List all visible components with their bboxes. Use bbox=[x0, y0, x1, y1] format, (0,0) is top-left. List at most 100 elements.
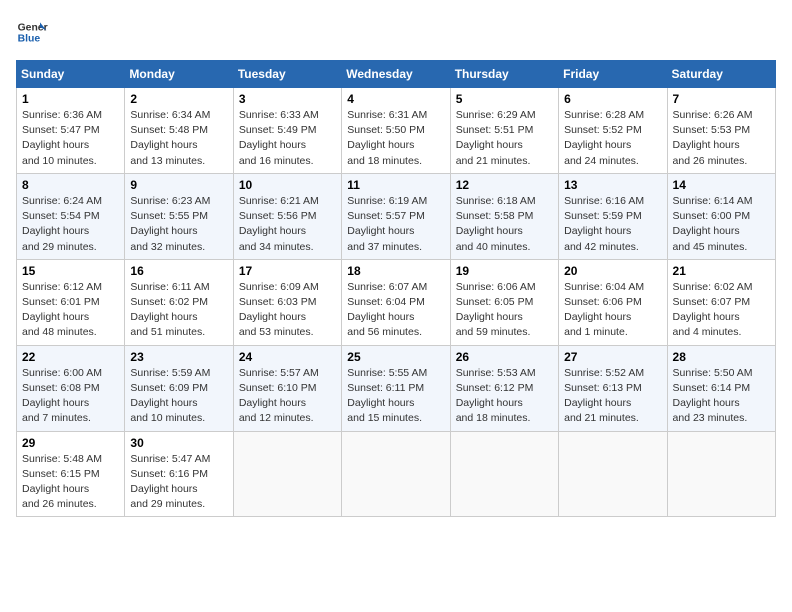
calendar-cell bbox=[667, 431, 775, 517]
calendar-cell: 21 Sunrise: 6:02 AMSunset: 6:07 PMDayligh… bbox=[667, 259, 775, 345]
day-number: 9 bbox=[130, 178, 227, 192]
calendar-cell: 14 Sunrise: 6:14 AMSunset: 6:00 PMDayligh… bbox=[667, 173, 775, 259]
calendar-cell: 8 Sunrise: 6:24 AMSunset: 5:54 PMDaylight… bbox=[17, 173, 125, 259]
calendar-cell: 9Sunrise: 6:23 AMSunset: 5:55 PMDaylight… bbox=[125, 173, 233, 259]
day-number: 2 bbox=[130, 92, 227, 106]
calendar-cell: 24 Sunrise: 5:57 AMSunset: 6:10 PMDayligh… bbox=[233, 345, 341, 431]
day-number: 8 bbox=[22, 178, 119, 192]
day-number: 30 bbox=[130, 436, 227, 450]
calendar-week-row: 8 Sunrise: 6:24 AMSunset: 5:54 PMDaylight… bbox=[17, 173, 776, 259]
day-number: 11 bbox=[347, 178, 444, 192]
day-info: Sunrise: 6:14 AMSunset: 6:00 PMDaylight … bbox=[673, 195, 753, 253]
day-number: 19 bbox=[456, 264, 553, 278]
col-header-friday: Friday bbox=[559, 61, 667, 88]
day-info: Sunrise: 6:33 AMSunset: 5:49 PMDaylight … bbox=[239, 109, 319, 167]
day-number: 29 bbox=[22, 436, 119, 450]
day-number: 4 bbox=[347, 92, 444, 106]
day-number: 3 bbox=[239, 92, 336, 106]
calendar-week-row: 29 Sunrise: 5:48 AMSunset: 6:15 PMDayligh… bbox=[17, 431, 776, 517]
day-number: 20 bbox=[564, 264, 661, 278]
day-number: 28 bbox=[673, 350, 770, 364]
day-number: 25 bbox=[347, 350, 444, 364]
day-number: 27 bbox=[564, 350, 661, 364]
day-info: Sunrise: 5:55 AMSunset: 6:11 PMDaylight … bbox=[347, 367, 427, 425]
day-info: Sunrise: 6:06 AMSunset: 6:05 PMDaylight … bbox=[456, 281, 536, 339]
calendar-cell: 25 Sunrise: 5:55 AMSunset: 6:11 PMDayligh… bbox=[342, 345, 450, 431]
calendar-cell: 5 Sunrise: 6:29 AMSunset: 5:51 PMDaylight… bbox=[450, 88, 558, 174]
day-number: 21 bbox=[673, 264, 770, 278]
calendar-cell: 18Sunrise: 6:07 AMSunset: 6:04 PMDayligh… bbox=[342, 259, 450, 345]
calendar-cell: 12 Sunrise: 6:18 AMSunset: 5:58 PMDayligh… bbox=[450, 173, 558, 259]
day-info: Sunrise: 5:52 AMSunset: 6:13 PMDaylight … bbox=[564, 367, 644, 425]
col-header-wednesday: Wednesday bbox=[342, 61, 450, 88]
calendar-week-row: 1 Sunrise: 6:36 AMSunset: 5:47 PMDaylight… bbox=[17, 88, 776, 174]
calendar-cell: 22Sunrise: 6:00 AMSunset: 6:08 PMDayligh… bbox=[17, 345, 125, 431]
day-number: 23 bbox=[130, 350, 227, 364]
day-number: 12 bbox=[456, 178, 553, 192]
day-info: Sunrise: 6:16 AMSunset: 5:59 PMDaylight … bbox=[564, 195, 644, 253]
day-number: 16 bbox=[130, 264, 227, 278]
calendar-cell: 1 Sunrise: 6:36 AMSunset: 5:47 PMDaylight… bbox=[17, 88, 125, 174]
calendar-cell: 28 Sunrise: 5:50 AMSunset: 6:14 PMDayligh… bbox=[667, 345, 775, 431]
day-info: Sunrise: 6:34 AMSunset: 5:48 PMDaylight … bbox=[130, 109, 210, 167]
day-info: Sunrise: 6:24 AMSunset: 5:54 PMDaylight … bbox=[22, 195, 102, 253]
day-number: 17 bbox=[239, 264, 336, 278]
calendar-cell: 30 Sunrise: 5:47 AMSunset: 6:16 PMDayligh… bbox=[125, 431, 233, 517]
calendar-cell: 15 Sunrise: 6:12 AMSunset: 6:01 PMDayligh… bbox=[17, 259, 125, 345]
day-info: Sunrise: 6:19 AMSunset: 5:57 PMDaylight … bbox=[347, 195, 427, 253]
day-info: Sunrise: 5:48 AMSunset: 6:15 PMDaylight … bbox=[22, 453, 102, 511]
calendar-cell bbox=[233, 431, 341, 517]
day-number: 22 bbox=[22, 350, 119, 364]
day-number: 24 bbox=[239, 350, 336, 364]
calendar-cell: 16Sunrise: 6:11 AMSunset: 6:02 PMDayligh… bbox=[125, 259, 233, 345]
svg-text:Blue: Blue bbox=[18, 34, 41, 45]
day-info: Sunrise: 6:09 AMSunset: 6:03 PMDaylight … bbox=[239, 281, 319, 339]
day-info: Sunrise: 5:50 AMSunset: 6:14 PMDaylight … bbox=[673, 367, 753, 425]
calendar-cell bbox=[450, 431, 558, 517]
day-info: Sunrise: 6:26 AMSunset: 5:53 PMDaylight … bbox=[673, 109, 753, 167]
calendar-cell: 7Sunrise: 6:26 AMSunset: 5:53 PMDaylight… bbox=[667, 88, 775, 174]
day-info: Sunrise: 5:57 AMSunset: 6:10 PMDaylight … bbox=[239, 367, 319, 425]
calendar-table: SundayMondayTuesdayWednesdayThursdayFrid… bbox=[16, 60, 776, 517]
day-number: 13 bbox=[564, 178, 661, 192]
calendar-week-row: 15 Sunrise: 6:12 AMSunset: 6:01 PMDayligh… bbox=[17, 259, 776, 345]
page-header: General Blue bbox=[16, 16, 776, 48]
calendar-cell: 2 Sunrise: 6:34 AMSunset: 5:48 PMDaylight… bbox=[125, 88, 233, 174]
day-number: 5 bbox=[456, 92, 553, 106]
day-info: Sunrise: 5:53 AMSunset: 6:12 PMDaylight … bbox=[456, 367, 536, 425]
calendar-cell bbox=[342, 431, 450, 517]
calendar-cell: 10 Sunrise: 6:21 AMSunset: 5:56 PMDayligh… bbox=[233, 173, 341, 259]
calendar-cell: 26Sunrise: 5:53 AMSunset: 6:12 PMDayligh… bbox=[450, 345, 558, 431]
day-number: 1 bbox=[22, 92, 119, 106]
day-info: Sunrise: 6:12 AMSunset: 6:01 PMDaylight … bbox=[22, 281, 102, 339]
calendar-cell: 11 Sunrise: 6:19 AMSunset: 5:57 PMDayligh… bbox=[342, 173, 450, 259]
calendar-cell: 20Sunrise: 6:04 AMSunset: 6:06 PMDayligh… bbox=[559, 259, 667, 345]
calendar-cell: 17 Sunrise: 6:09 AMSunset: 6:03 PMDayligh… bbox=[233, 259, 341, 345]
calendar-cell: 27 Sunrise: 5:52 AMSunset: 6:13 PMDayligh… bbox=[559, 345, 667, 431]
calendar-cell: 23 Sunrise: 5:59 AMSunset: 6:09 PMDayligh… bbox=[125, 345, 233, 431]
calendar-header-row: SundayMondayTuesdayWednesdayThursdayFrid… bbox=[17, 61, 776, 88]
day-info: Sunrise: 5:59 AMSunset: 6:09 PMDaylight … bbox=[130, 367, 210, 425]
col-header-sunday: Sunday bbox=[17, 61, 125, 88]
calendar-cell: 29 Sunrise: 5:48 AMSunset: 6:15 PMDayligh… bbox=[17, 431, 125, 517]
calendar-week-row: 22Sunrise: 6:00 AMSunset: 6:08 PMDayligh… bbox=[17, 345, 776, 431]
col-header-thursday: Thursday bbox=[450, 61, 558, 88]
calendar-cell: 6Sunrise: 6:28 AMSunset: 5:52 PMDaylight… bbox=[559, 88, 667, 174]
calendar-cell: 19 Sunrise: 6:06 AMSunset: 6:05 PMDayligh… bbox=[450, 259, 558, 345]
day-info: Sunrise: 6:29 AMSunset: 5:51 PMDaylight … bbox=[456, 109, 536, 167]
day-info: Sunrise: 6:18 AMSunset: 5:58 PMDaylight … bbox=[456, 195, 536, 253]
day-info: Sunrise: 6:31 AMSunset: 5:50 PMDaylight … bbox=[347, 109, 427, 167]
day-info: Sunrise: 6:21 AMSunset: 5:56 PMDaylight … bbox=[239, 195, 319, 253]
day-number: 6 bbox=[564, 92, 661, 106]
logo-icon: General Blue bbox=[16, 16, 48, 48]
calendar-cell: 13 Sunrise: 6:16 AMSunset: 5:59 PMDayligh… bbox=[559, 173, 667, 259]
day-number: 10 bbox=[239, 178, 336, 192]
day-info: Sunrise: 5:47 AMSunset: 6:16 PMDaylight … bbox=[130, 453, 210, 511]
day-info: Sunrise: 6:36 AMSunset: 5:47 PMDaylight … bbox=[22, 109, 102, 167]
col-header-monday: Monday bbox=[125, 61, 233, 88]
day-number: 18 bbox=[347, 264, 444, 278]
col-header-tuesday: Tuesday bbox=[233, 61, 341, 88]
day-info: Sunrise: 6:02 AMSunset: 6:07 PMDaylight … bbox=[673, 281, 753, 339]
day-number: 15 bbox=[22, 264, 119, 278]
day-number: 14 bbox=[673, 178, 770, 192]
